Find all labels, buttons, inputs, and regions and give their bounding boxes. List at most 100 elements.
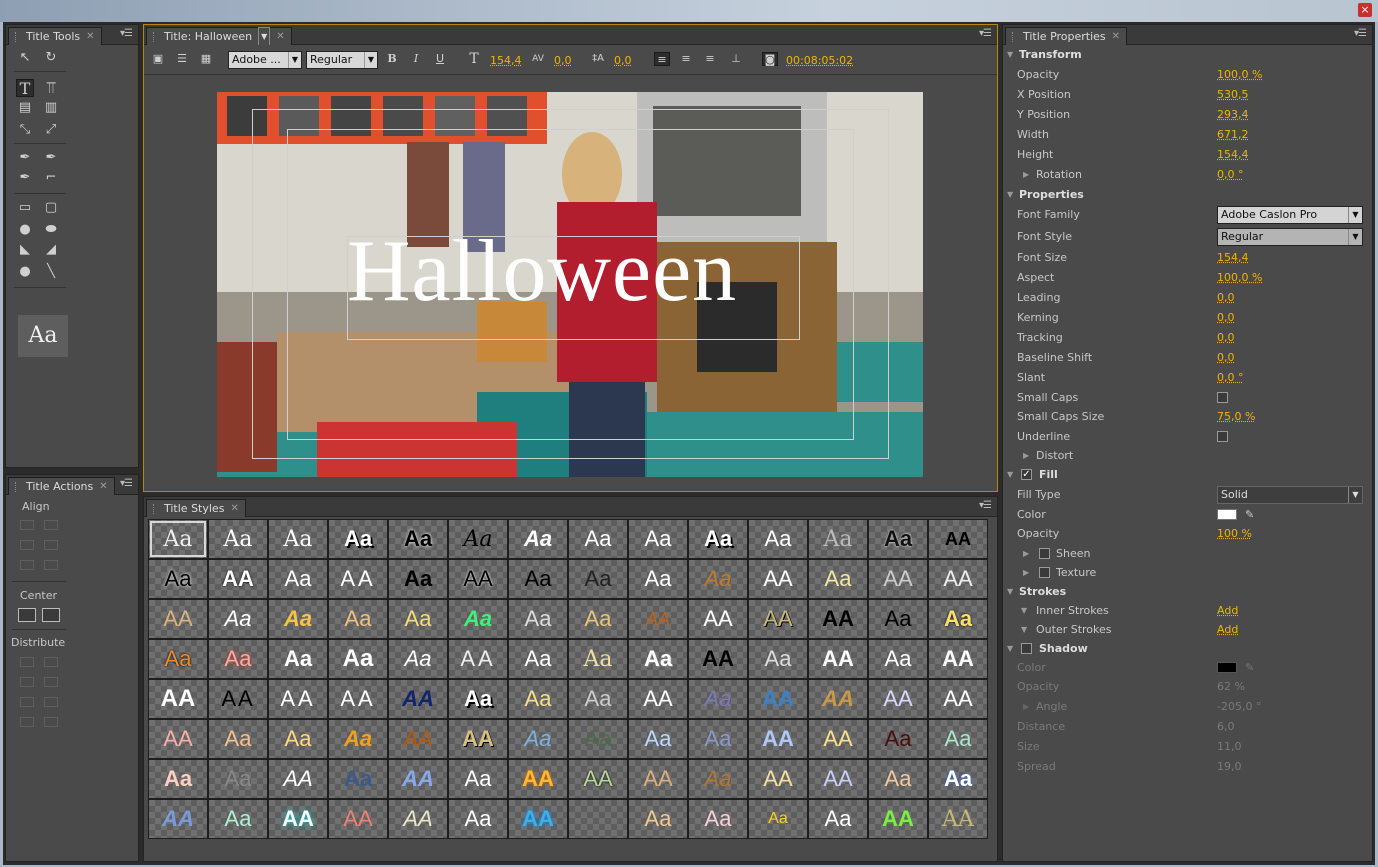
wedge-tool-icon[interactable]: ◣	[16, 241, 34, 259]
vertical-area-type-tool-icon[interactable]: ▥	[42, 99, 60, 117]
style-swatch[interactable]: Aa	[748, 519, 808, 559]
style-swatch[interactable]: AA	[448, 639, 508, 679]
style-swatch[interactable]: AA	[388, 679, 448, 719]
center-vertical-icon[interactable]	[42, 608, 60, 622]
fill-section[interactable]: ▼ ✓ Fill	[1003, 465, 1372, 485]
style-swatch[interactable]	[568, 799, 628, 839]
tracking-value[interactable]: 0,0	[1217, 328, 1235, 348]
small-caps-size-value[interactable]: 75,0 %	[1217, 407, 1255, 427]
tab-title-actions[interactable]: Title Actions ✕	[8, 477, 115, 495]
style-swatch[interactable]: Aa	[568, 559, 628, 599]
height-value[interactable]: 154,4	[1217, 145, 1249, 165]
style-swatch[interactable]: AA	[808, 719, 868, 759]
style-swatch[interactable]: Aa	[688, 799, 748, 839]
style-swatch[interactable]: AA	[748, 599, 808, 639]
style-swatch[interactable]: Aa	[328, 639, 388, 679]
style-swatch[interactable]: Aa	[748, 639, 808, 679]
style-swatch[interactable]: AA	[508, 799, 568, 839]
style-swatch[interactable]: Aa	[508, 639, 568, 679]
add-anchor-point-tool-icon[interactable]: ✒	[16, 169, 34, 187]
style-swatch[interactable]: Aa	[628, 799, 688, 839]
bold-button[interactable]: B	[384, 52, 400, 66]
panel-menu-icon[interactable]: ▾☰	[979, 28, 992, 39]
panel-menu-icon[interactable]: ▾☰	[120, 478, 133, 489]
style-swatch[interactable]: AA	[328, 799, 388, 839]
style-swatch[interactable]: Aa	[568, 719, 628, 759]
style-swatch[interactable]: Aa	[208, 519, 268, 559]
fill-type-select[interactable]: Solid ▼	[1217, 486, 1363, 504]
transform-section[interactable]: ▼ Transform	[1003, 45, 1372, 65]
style-swatch[interactable]: Aa	[388, 559, 448, 599]
aspect-value[interactable]: 100,0 %	[1217, 268, 1262, 288]
style-swatch[interactable]: AA	[928, 559, 988, 599]
style-swatch[interactable]: Aa	[448, 679, 508, 719]
style-swatch[interactable]: Aa	[868, 599, 928, 639]
style-swatch[interactable]: AA	[628, 599, 688, 639]
style-swatch[interactable]: Aa	[688, 559, 748, 599]
type-tool-icon[interactable]: T	[16, 79, 34, 98]
close-icon[interactable]: ✕	[86, 28, 94, 46]
font-family-select[interactable]: Adobe Caslon Pro ▼	[1217, 206, 1363, 224]
style-swatch[interactable]: Aa	[868, 639, 928, 679]
fill-color-swatch[interactable]	[1217, 509, 1237, 520]
x-position-value[interactable]: 530,5	[1217, 85, 1249, 105]
style-swatch[interactable]: Aa	[328, 519, 388, 559]
style-swatch[interactable]: Aa	[568, 519, 628, 559]
style-swatch[interactable]: AA	[748, 719, 808, 759]
style-swatch[interactable]: Aa	[868, 719, 928, 759]
style-swatch[interactable]: AA	[928, 799, 988, 839]
style-swatch[interactable]: Aa	[208, 759, 268, 799]
path-type-tool-icon[interactable]: ⤡	[16, 121, 34, 139]
style-swatch[interactable]: Aa	[388, 639, 448, 679]
panel-menu-icon[interactable]: ▾☰	[1354, 28, 1367, 39]
style-swatch[interactable]: AA	[808, 679, 868, 719]
style-swatch[interactable]: AA	[928, 679, 988, 719]
style-swatch[interactable]: Aa	[508, 679, 568, 719]
style-swatch[interactable]: Aa	[448, 799, 508, 839]
shadow-section[interactable]: ▼ Shadow	[1003, 639, 1372, 659]
style-swatch[interactable]: AA	[688, 639, 748, 679]
tab-title-halloween[interactable]: Title: Halloween ▼ ✕	[146, 26, 292, 47]
style-swatch[interactable]: Aa	[868, 759, 928, 799]
style-swatch[interactable]: AA	[268, 679, 328, 719]
panel-menu-icon[interactable]: ▾☰	[120, 28, 133, 39]
style-swatch[interactable]: Aa	[568, 639, 628, 679]
style-swatch[interactable]: Aa	[508, 519, 568, 559]
rotation-value[interactable]: 0,0 °	[1217, 165, 1244, 185]
style-swatch[interactable]: AA	[628, 759, 688, 799]
style-swatch[interactable]: Aa	[688, 519, 748, 559]
kerning-value[interactable]: 0,0	[554, 54, 572, 67]
title-text[interactable]: Halloween	[347, 222, 737, 322]
style-swatch[interactable]: Aa	[448, 599, 508, 639]
slant-value[interactable]: 0,0 °	[1217, 368, 1244, 388]
style-swatch[interactable]: Aa	[148, 519, 208, 559]
style-swatch[interactable]: AA	[148, 799, 208, 839]
tab-title-styles[interactable]: Title Styles ✕	[146, 499, 246, 517]
clipped-corner-rectangle-tool-icon[interactable]: ●	[16, 221, 34, 239]
style-swatch[interactable]: AA	[148, 719, 208, 759]
leading-prop-value[interactable]: 0,0	[1217, 288, 1235, 308]
style-swatch[interactable]: Aa	[748, 799, 808, 839]
style-swatch[interactable]: AA	[328, 679, 388, 719]
style-swatch[interactable]: Aa	[328, 759, 388, 799]
style-swatch[interactable]: Aa	[148, 639, 208, 679]
close-icon[interactable]: ✕	[276, 28, 284, 46]
style-swatch[interactable]: Aa	[688, 759, 748, 799]
style-swatch[interactable]: Aa	[688, 719, 748, 759]
distort-row[interactable]: ▶ Distort	[1003, 446, 1372, 466]
rounded-corner-rectangle-tool-icon[interactable]: ▢	[42, 199, 60, 217]
fill-opacity-value[interactable]: 100 %	[1217, 524, 1252, 544]
style-swatch[interactable]: AA	[928, 519, 988, 559]
style-swatch[interactable]: Aa	[568, 679, 628, 719]
style-swatch[interactable]: Aa	[688, 679, 748, 719]
leading-value[interactable]: 0,0	[614, 54, 632, 67]
style-swatch[interactable]: AA	[148, 599, 208, 639]
rounded-rectangle-tool-icon[interactable]: ⬬	[42, 221, 60, 239]
area-type-tool-icon[interactable]: ▤	[16, 99, 34, 117]
style-swatch[interactable]: AA	[208, 679, 268, 719]
style-swatch[interactable]: Aa	[388, 599, 448, 639]
style-swatch[interactable]: AA	[268, 799, 328, 839]
style-swatch[interactable]: AA	[808, 599, 868, 639]
align-center-text-icon[interactable]: ≡	[678, 52, 694, 66]
rotation-row[interactable]: ▶ Rotation 0,0 °	[1003, 165, 1372, 185]
